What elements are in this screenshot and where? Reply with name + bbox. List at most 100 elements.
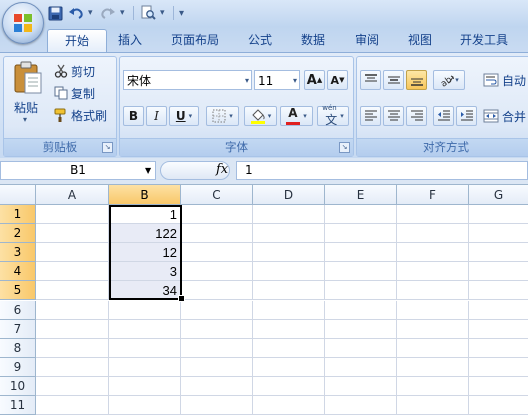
column-header-d[interactable]: D [253, 185, 325, 205]
cell-b3[interactable]: 12 [109, 243, 181, 263]
cell-c2[interactable] [181, 224, 253, 244]
redo-icon[interactable] [99, 4, 117, 22]
undo-icon[interactable] [67, 4, 85, 22]
column-header-a[interactable]: A [36, 185, 109, 205]
cell-g3[interactable] [469, 243, 528, 263]
cell-c7[interactable] [181, 319, 253, 339]
align-top-button[interactable] [360, 70, 381, 90]
column-header-c[interactable]: C [181, 185, 253, 205]
cell-e7[interactable] [325, 319, 397, 339]
cell-g5[interactable] [469, 281, 528, 301]
cell-e5[interactable] [325, 281, 397, 301]
row-header-8[interactable]: 8 [0, 338, 36, 358]
cell-e3[interactable] [325, 243, 397, 263]
increase-indent-button[interactable] [456, 106, 477, 126]
cell-b10[interactable] [109, 376, 181, 396]
cell-e8[interactable] [325, 338, 397, 358]
fill-color-dropdown-icon[interactable]: ▾ [268, 112, 272, 120]
font-name-dropdown-icon[interactable]: ▾ [245, 71, 249, 91]
cell-d3[interactable] [253, 243, 325, 263]
column-header-e[interactable]: E [325, 185, 397, 205]
cell-d2[interactable] [253, 224, 325, 244]
copy-button[interactable]: 复制 [54, 83, 95, 103]
cell-f8[interactable] [397, 338, 469, 358]
cell-b8[interactable] [109, 338, 181, 358]
phonetic-dropdown-icon[interactable]: ▾ [340, 112, 344, 120]
cell-a4[interactable] [36, 262, 109, 282]
orientation-dropdown-icon[interactable]: ▾ [455, 76, 459, 84]
save-icon[interactable] [46, 4, 64, 22]
cell-f1[interactable] [397, 205, 469, 224]
cell-g9[interactable] [469, 358, 528, 377]
decrease-indent-button[interactable] [433, 106, 454, 126]
font-size-combo[interactable]: 11 ▾ [254, 70, 300, 90]
cell-f9[interactable] [397, 357, 469, 377]
cell-a9[interactable] [36, 357, 109, 377]
cell-d7[interactable] [253, 319, 325, 339]
print-preview-icon[interactable] [139, 4, 157, 22]
cell-g10[interactable] [469, 377, 528, 396]
cell-e6[interactable] [325, 300, 397, 320]
cell-f3[interactable] [397, 243, 469, 263]
column-header-g[interactable]: G [469, 185, 528, 205]
shrink-font-button[interactable]: A ▼ [327, 70, 348, 90]
align-left-button[interactable] [360, 106, 381, 126]
cell-e9[interactable] [325, 357, 397, 377]
cell-d10[interactable] [253, 376, 325, 396]
cell-g6[interactable] [469, 301, 528, 320]
font-dialog-launcher[interactable]: ↘ [339, 142, 350, 153]
cell-d1[interactable] [253, 205, 325, 224]
font-color-button[interactable]: A ▾ [280, 106, 313, 126]
name-box[interactable]: B1 [0, 161, 156, 180]
cell-d6[interactable] [253, 300, 325, 320]
cell-b9[interactable] [109, 357, 181, 377]
cell-c5[interactable] [181, 281, 253, 301]
align-right-button[interactable] [406, 106, 427, 126]
customize-qat-icon[interactable]: ▾ [179, 8, 189, 19]
row-header-4[interactable]: 4 [0, 262, 36, 282]
underline-dropdown-icon[interactable]: ▾ [189, 112, 193, 120]
tab-page-layout[interactable]: 页面布局 [158, 29, 232, 51]
cell-b6[interactable] [109, 300, 181, 320]
underline-button[interactable]: U ▾ [169, 106, 199, 126]
cell-b1[interactable]: 1 [109, 205, 181, 224]
bold-button[interactable]: B [123, 106, 144, 126]
office-button[interactable] [2, 2, 44, 44]
fill-handle[interactable] [178, 295, 185, 302]
paste-dropdown-icon[interactable]: ▾ [23, 115, 27, 124]
font-name-combo[interactable]: 宋体 ▾ [123, 70, 252, 90]
align-bottom-button[interactable] [406, 70, 427, 90]
cell-f7[interactable] [397, 319, 469, 339]
cell-a10[interactable] [36, 376, 109, 396]
cell-c1[interactable] [181, 205, 253, 224]
cell-d5[interactable] [253, 281, 325, 301]
redo-dropdown-icon[interactable]: ▾ [120, 8, 128, 18]
cell-f4[interactable] [397, 262, 469, 282]
grow-font-button[interactable]: A ▲ [304, 70, 325, 90]
cell-c9[interactable] [181, 357, 253, 377]
cell-e4[interactable] [325, 262, 397, 282]
cell-b5[interactable]: 34 [109, 281, 181, 301]
cell-b4[interactable]: 3 [109, 262, 181, 282]
tab-review[interactable]: 审阅 [341, 29, 393, 51]
cell-a6[interactable] [36, 300, 109, 320]
tab-insert[interactable]: 插入 [104, 29, 156, 51]
cell-c4[interactable] [181, 262, 253, 282]
cut-button[interactable]: 剪切 [54, 61, 95, 81]
phonetic-button[interactable]: wén 文 ▾ [317, 104, 349, 127]
cell-g4[interactable] [469, 262, 528, 282]
align-center-button[interactable] [383, 106, 404, 126]
wrap-text-button[interactable]: 自动 [483, 70, 526, 90]
font-color-dropdown-icon[interactable]: ▾ [303, 112, 307, 120]
preview-dropdown-icon[interactable]: ▾ [160, 8, 168, 18]
fill-color-button[interactable]: ▾ [244, 106, 277, 126]
cell-g2[interactable] [469, 224, 528, 244]
tab-data[interactable]: 数据 [287, 29, 339, 51]
cell-c3[interactable] [181, 243, 253, 263]
cell-a8[interactable] [36, 338, 109, 358]
row-header-9[interactable]: 9 [0, 357, 36, 377]
row-header-3[interactable]: 3 [0, 243, 36, 263]
cell-e2[interactable] [325, 224, 397, 244]
cell-d9[interactable] [253, 357, 325, 377]
cell-d4[interactable] [253, 262, 325, 282]
